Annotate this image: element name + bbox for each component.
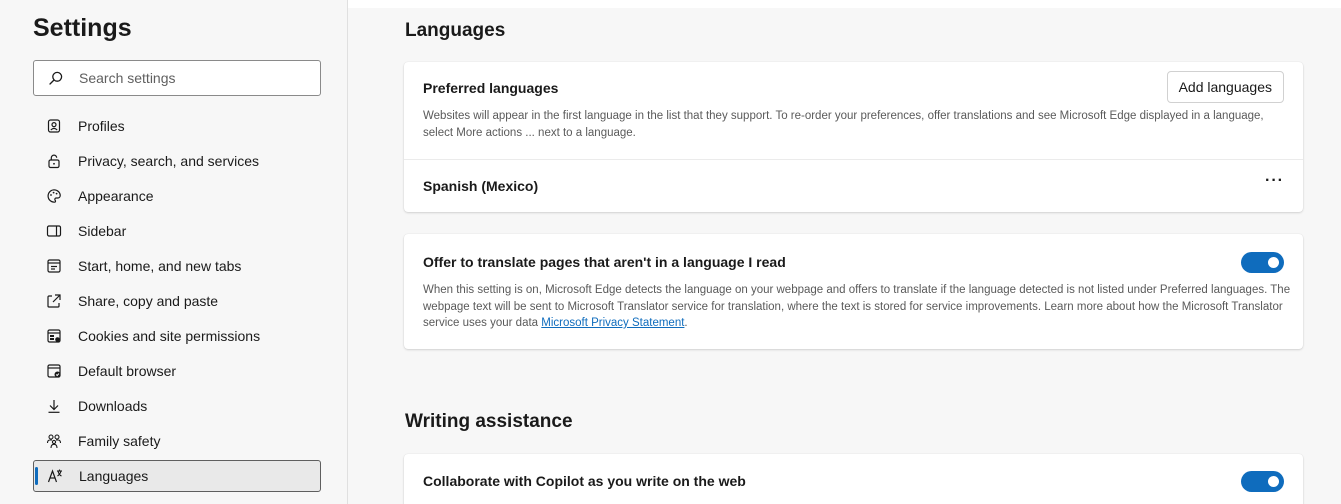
share-icon [46,293,62,309]
family-icon [46,433,62,449]
language-item-name: Spanish (Mexico) [423,178,539,194]
sidebar-icon [46,223,62,239]
sidebar-item-sidebar[interactable]: Sidebar [33,213,321,248]
preferred-languages-title: Preferred languages [423,80,559,96]
languages-section-title: Languages [405,20,506,41]
cookies-permissions-icon [46,328,62,344]
sidebar-item-downloads[interactable]: Downloads [33,388,321,423]
writing-assistance-title: Writing assistance [405,411,573,432]
start-home-icon [46,258,62,274]
palette-icon [46,188,62,204]
profile-icon [46,118,62,134]
sidebar-item-label: Default browser [78,362,177,379]
toggle-knob [1268,476,1279,487]
sidebar-item-appearance[interactable]: Appearance [33,178,321,213]
settings-sidebar: Settings Profiles Privacy, search, and s… [0,0,348,504]
sidebar-item-label: Start, home, and new tabs [78,257,242,274]
sidebar-item-label: Sidebar [78,222,127,239]
sidebar-item-start-home[interactable]: Start, home, and new tabs [33,248,321,283]
offer-translate-toggle[interactable] [1241,252,1284,273]
sidebar-item-label: Downloads [78,397,148,414]
toggle-knob [1268,257,1279,268]
sidebar-item-profiles[interactable]: Profiles [33,108,321,143]
sidebar-item-share-copy-paste[interactable]: Share, copy and paste [33,283,321,318]
copilot-card: Collaborate with Copilot as you write on… [404,454,1303,504]
sidebar-item-cookies-permissions[interactable]: Cookies and site permissions [33,318,321,353]
copilot-toggle[interactable] [1241,471,1284,492]
sidebar-item-label: Languages [79,468,149,484]
sidebar-item-default-browser[interactable]: Default browser [33,353,321,388]
offer-translate-period: . [684,317,688,329]
search-icon [49,71,63,85]
sidebar-item-label: Profiles [78,117,125,134]
main-content: Languages Preferred languages Add langua… [349,8,1341,504]
preferred-languages-description: Websites will appear in the first langua… [423,110,1264,139]
copilot-setting-title: Collaborate with Copilot as you write on… [423,473,746,489]
sidebar-item-languages[interactable]: Languages [33,460,321,492]
download-icon [46,398,62,414]
card-divider [404,159,1303,160]
lock-icon [46,153,62,169]
sidebar-title: Settings [33,14,132,42]
offer-translate-description: When this setting is on, Microsoft Edge … [423,282,1303,332]
sidebar-item-label: Share, copy and paste [78,292,219,309]
sidebar-item-family-safety[interactable]: Family safety [33,423,321,458]
sidebar-item-label: Privacy, search, and services [78,152,260,169]
sidebar-item-privacy[interactable]: Privacy, search, and services [33,143,321,178]
search-input[interactable] [79,70,299,86]
sidebar-item-label: Appearance [78,187,154,204]
more-actions-button[interactable]: ··· [1265,172,1284,190]
offer-translate-title: Offer to translate pages that aren't in … [423,254,786,270]
sidebar-item-label: Family safety [78,432,161,449]
default-browser-icon [46,363,62,379]
sidebar-item-label: Cookies and site permissions [78,327,261,344]
add-languages-button[interactable]: Add languages [1166,71,1284,103]
preferred-languages-card: Preferred languages Add languages Websit… [404,62,1303,212]
privacy-statement-link[interactable]: Microsoft Privacy Statement [541,317,684,329]
search-box[interactable] [33,60,321,96]
offer-translate-card: Offer to translate pages that aren't in … [404,234,1303,349]
languages-icon [47,468,63,484]
sidebar-nav: Profiles Privacy, search, and services A… [33,108,321,492]
